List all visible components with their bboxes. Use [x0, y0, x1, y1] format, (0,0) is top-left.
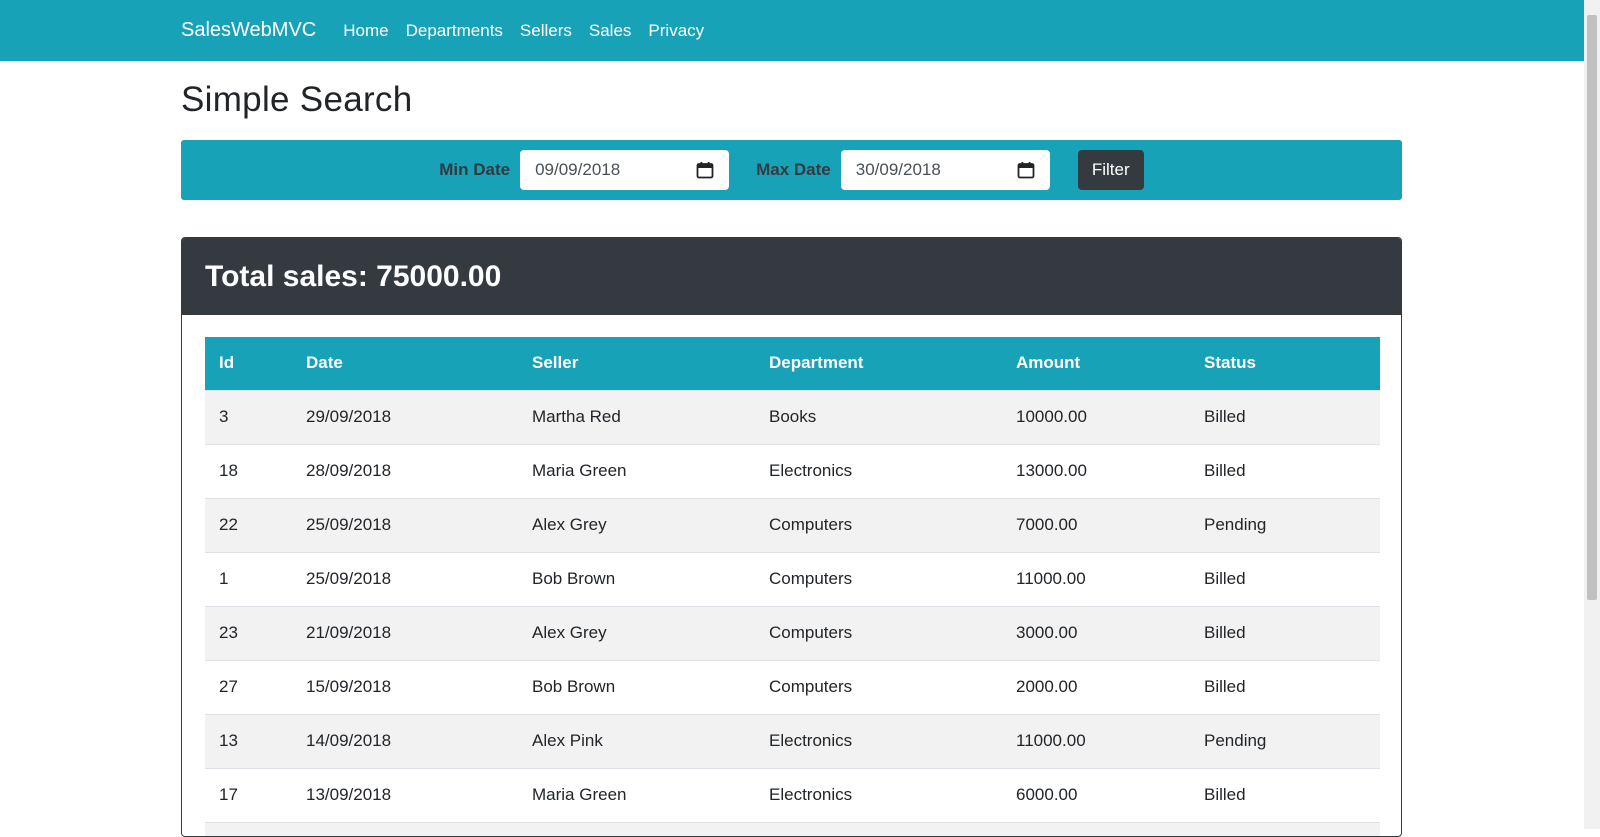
cell-department: Computers: [755, 497, 1002, 552]
cell-id: 23: [205, 605, 292, 660]
table-row: 1 25/09/2018 Bob Brown Computers 11000.0…: [205, 551, 1380, 606]
cell-seller: Maria Green: [518, 443, 755, 498]
cell-id: 3: [205, 389, 292, 444]
cell-seller: Maria Green: [518, 767, 755, 822]
cell-id: 27: [205, 659, 292, 714]
page-title: Simple Search: [181, 80, 413, 119]
column-header-seller[interactable]: Seller: [518, 337, 755, 390]
cell-id: 13: [205, 713, 292, 768]
cell-date: 13/09/2018: [292, 767, 518, 822]
cell-date: 25/09/2018: [292, 497, 518, 552]
nav-link-privacy[interactable]: Privacy: [648, 21, 704, 41]
scrollbar-thumb[interactable]: [1587, 15, 1597, 600]
cell-status: Billed: [1190, 443, 1380, 498]
sales-card: Total sales: 75000.00 Id Date Seller Dep…: [181, 237, 1402, 837]
nav-link-home[interactable]: Home: [343, 21, 388, 41]
cell-id: 22: [205, 497, 292, 552]
cell-department: Books: [755, 389, 1002, 444]
cell-department: Electronics: [755, 443, 1002, 498]
cell-department: Computers: [755, 659, 1002, 714]
table-row: 17 13/09/2018 Maria Green Electronics 60…: [205, 767, 1380, 822]
table-row: 18 28/09/2018 Maria Green Electronics 13…: [205, 443, 1380, 498]
cell-status: Billed: [1190, 767, 1380, 822]
cell-status: [1190, 821, 1380, 836]
cell-seller: Bob Brown: [518, 659, 755, 714]
cell-amount: 3000.00: [1002, 605, 1190, 660]
total-sales-header: Total sales: 75000.00: [182, 238, 1401, 315]
cell-date: 28/09/2018: [292, 443, 518, 498]
column-header-date[interactable]: Date: [292, 337, 518, 390]
cell-status: Billed: [1190, 605, 1380, 660]
min-date-input[interactable]: 09/09/2018: [520, 150, 730, 190]
min-date-label: Min Date: [439, 160, 511, 179]
column-header-amount[interactable]: Amount: [1002, 337, 1190, 390]
cell-id: [205, 821, 292, 836]
max-date-input[interactable]: 30/09/2018: [840, 150, 1050, 190]
column-header-id[interactable]: Id: [205, 337, 292, 390]
table-row: 3 29/09/2018 Martha Red Books 10000.00 B…: [205, 389, 1380, 444]
table-header-row: Id Date Seller Department Amount Status: [205, 337, 1380, 390]
cell-seller: Alex Grey: [518, 605, 755, 660]
cell-department: [755, 821, 1002, 836]
table-row: 23 21/09/2018 Alex Grey Computers 3000.0…: [205, 605, 1380, 660]
nav-link-sellers[interactable]: Sellers: [520, 21, 572, 41]
cell-date: [292, 821, 518, 836]
cell-seller: Martha Red: [518, 389, 755, 444]
cell-id: 1: [205, 551, 292, 606]
cell-date: 25/09/2018: [292, 551, 518, 606]
cell-amount: 6000.00: [1002, 767, 1190, 822]
cell-status: Billed: [1190, 389, 1380, 444]
cell-date: 21/09/2018: [292, 605, 518, 660]
cell-seller: Alex Pink: [518, 713, 755, 768]
table-row: 27 15/09/2018 Bob Brown Computers 2000.0…: [205, 659, 1380, 714]
cell-date: 14/09/2018: [292, 713, 518, 768]
nav-link-departments[interactable]: Departments: [406, 21, 503, 41]
cell-date: 29/09/2018: [292, 389, 518, 444]
table-row: [205, 821, 1380, 836]
cell-seller: [518, 821, 755, 836]
cell-amount: 13000.00: [1002, 443, 1190, 498]
cell-department: Computers: [755, 605, 1002, 660]
max-date-value: 30/09/2018: [855, 160, 941, 179]
navbar: SalesWebMVC Home Departments Sellers Sal…: [0, 0, 1584, 61]
cell-status: Billed: [1190, 659, 1380, 714]
cell-status: Pending: [1190, 713, 1380, 768]
calendar-icon[interactable]: [1017, 161, 1035, 179]
cell-amount: [1002, 821, 1190, 836]
cell-amount: 7000.00: [1002, 497, 1190, 552]
column-header-department[interactable]: Department: [755, 337, 1002, 390]
cell-date: 15/09/2018: [292, 659, 518, 714]
min-date-value: 09/09/2018: [535, 160, 621, 179]
cell-status: Billed: [1190, 551, 1380, 606]
cell-seller: Alex Grey: [518, 497, 755, 552]
table-row: 13 14/09/2018 Alex Pink Electronics 1100…: [205, 713, 1380, 768]
cell-amount: 2000.00: [1002, 659, 1190, 714]
cell-department: Electronics: [755, 767, 1002, 822]
nav-link-sales[interactable]: Sales: [589, 21, 632, 41]
cell-amount: 11000.00: [1002, 551, 1190, 606]
sales-table: Id Date Seller Department Amount Status …: [205, 337, 1380, 836]
filter-form: Min Date 09/09/2018 Max Date 30/09/2018 …: [181, 140, 1402, 200]
max-date-label: Max Date: [756, 160, 831, 179]
cell-id: 17: [205, 767, 292, 822]
brand-link[interactable]: SalesWebMVC: [181, 19, 316, 42]
vertical-scrollbar[interactable]: [1584, 0, 1600, 829]
cell-amount: 11000.00: [1002, 713, 1190, 768]
cell-seller: Bob Brown: [518, 551, 755, 606]
calendar-icon[interactable]: [696, 161, 714, 179]
cell-id: 18: [205, 443, 292, 498]
cell-department: Computers: [755, 551, 1002, 606]
table-row: 22 25/09/2018 Alex Grey Computers 7000.0…: [205, 497, 1380, 552]
cell-amount: 10000.00: [1002, 389, 1190, 444]
column-header-status[interactable]: Status: [1190, 337, 1380, 390]
total-sales-text: Total sales: 75000.00: [205, 259, 502, 293]
filter-button[interactable]: Filter: [1077, 150, 1144, 190]
cell-department: Electronics: [755, 713, 1002, 768]
cell-status: Pending: [1190, 497, 1380, 552]
